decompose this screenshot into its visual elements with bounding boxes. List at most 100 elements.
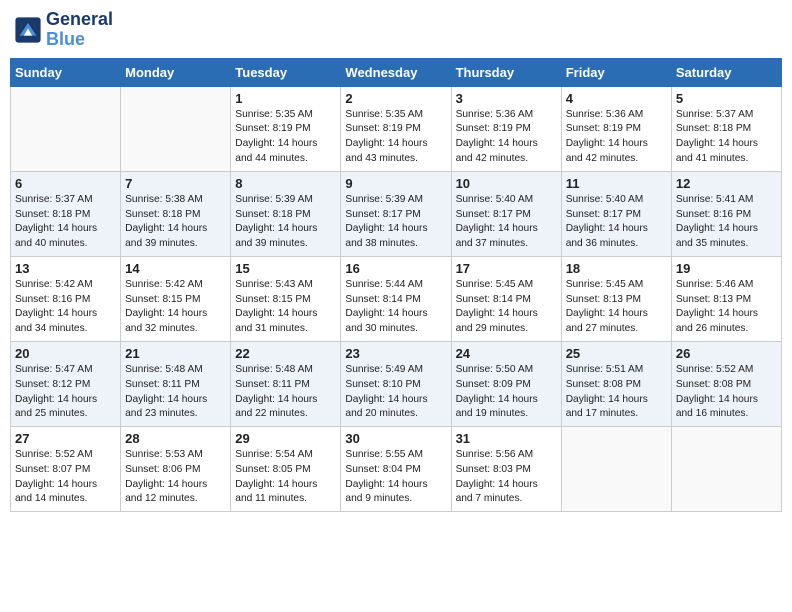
weekday-header-thursday: Thursday	[451, 58, 561, 86]
cell-info: Sunrise: 5:48 AMSunset: 8:11 PMDaylight:…	[125, 363, 226, 422]
cell-info: Sunrise: 5:52 AMSunset: 8:07 PMDaylight:…	[15, 448, 116, 507]
cell-info: Sunrise: 5:35 AMSunset: 8:19 PMDaylight:…	[345, 108, 446, 167]
calendar-cell: 11 Sunrise: 5:40 AMSunset: 8:17 PMDayligh…	[561, 171, 671, 256]
day-number: 16	[345, 261, 446, 276]
cell-info: Sunrise: 5:47 AMSunset: 8:12 PMDaylight:…	[15, 363, 116, 422]
calendar-cell: 30 Sunrise: 5:55 AMSunset: 8:04 PMDayligh…	[341, 427, 451, 512]
calendar-cell: 2 Sunrise: 5:35 AMSunset: 8:19 PMDaylight…	[341, 86, 451, 171]
calendar-cell: 13Sunrise: 5:42 AMSunset: 8:16 PMDayligh…	[11, 256, 121, 341]
calendar-cell: 27 Sunrise: 5:52 AMSunset: 8:07 PMDayligh…	[11, 427, 121, 512]
weekday-header-wednesday: Wednesday	[341, 58, 451, 86]
calendar-cell: 17 Sunrise: 5:45 AMSunset: 8:14 PMDayligh…	[451, 256, 561, 341]
cell-info: Sunrise: 5:40 AMSunset: 8:17 PMDaylight:…	[456, 193, 557, 252]
cell-info: Sunrise: 5:45 AMSunset: 8:14 PMDaylight:…	[456, 278, 557, 337]
cell-info: Sunrise: 5:55 AMSunset: 8:04 PMDaylight:…	[345, 448, 446, 507]
calendar-cell: 10 Sunrise: 5:40 AMSunset: 8:17 PMDayligh…	[451, 171, 561, 256]
calendar-table: SundayMondayTuesdayWednesdayThursdayFrid…	[10, 58, 782, 513]
calendar-cell: 7Sunrise: 5:38 AMSunset: 8:18 PMDaylight…	[121, 171, 231, 256]
day-number: 22	[235, 346, 336, 361]
calendar-cell: 24Sunrise: 5:50 AMSunset: 8:09 PMDayligh…	[451, 341, 561, 426]
day-number: 3	[456, 91, 557, 106]
calendar-cell: 14 Sunrise: 5:42 AMSunset: 8:15 PMDayligh…	[121, 256, 231, 341]
day-number: 4	[566, 91, 667, 106]
calendar-cell: 5Sunrise: 5:37 AMSunset: 8:18 PMDaylight…	[671, 86, 781, 171]
day-number: 11	[566, 176, 667, 191]
calendar-week-1: 1 Sunrise: 5:35 AMSunset: 8:19 PMDaylight…	[11, 86, 782, 171]
day-number: 2	[345, 91, 446, 106]
calendar-cell: 25Sunrise: 5:51 AMSunset: 8:08 PMDayligh…	[561, 341, 671, 426]
cell-info: Sunrise: 5:35 AMSunset: 8:19 PMDaylight:…	[235, 108, 336, 167]
day-number: 13	[15, 261, 116, 276]
calendar-cell: 3 Sunrise: 5:36 AMSunset: 8:19 PMDaylight…	[451, 86, 561, 171]
weekday-header-sunday: Sunday	[11, 58, 121, 86]
calendar-week-3: 13Sunrise: 5:42 AMSunset: 8:16 PMDayligh…	[11, 256, 782, 341]
day-number: 20	[15, 346, 116, 361]
day-number: 14	[125, 261, 226, 276]
cell-info: Sunrise: 5:39 AMSunset: 8:18 PMDaylight:…	[235, 193, 336, 252]
calendar-week-4: 20 Sunrise: 5:47 AMSunset: 8:12 PMDayligh…	[11, 341, 782, 426]
cell-info: Sunrise: 5:52 AMSunset: 8:08 PMDaylight:…	[676, 363, 777, 422]
day-number: 9	[345, 176, 446, 191]
cell-info: Sunrise: 5:36 AMSunset: 8:19 PMDaylight:…	[456, 108, 557, 167]
day-number: 15	[235, 261, 336, 276]
day-number: 5	[676, 91, 777, 106]
calendar-cell: 9 Sunrise: 5:39 AMSunset: 8:17 PMDaylight…	[341, 171, 451, 256]
calendar-cell: 26 Sunrise: 5:52 AMSunset: 8:08 PMDayligh…	[671, 341, 781, 426]
weekday-header-monday: Monday	[121, 58, 231, 86]
cell-info: Sunrise: 5:49 AMSunset: 8:10 PMDaylight:…	[345, 363, 446, 422]
day-number: 29	[235, 431, 336, 446]
cell-info: Sunrise: 5:43 AMSunset: 8:15 PMDaylight:…	[235, 278, 336, 337]
day-number: 8	[235, 176, 336, 191]
day-number: 18	[566, 261, 667, 276]
cell-info: Sunrise: 5:38 AMSunset: 8:18 PMDaylight:…	[125, 193, 226, 252]
day-number: 26	[676, 346, 777, 361]
weekday-header-saturday: Saturday	[671, 58, 781, 86]
calendar-cell: 21 Sunrise: 5:48 AMSunset: 8:11 PMDayligh…	[121, 341, 231, 426]
day-number: 17	[456, 261, 557, 276]
cell-info: Sunrise: 5:46 AMSunset: 8:13 PMDaylight:…	[676, 278, 777, 337]
cell-info: Sunrise: 5:44 AMSunset: 8:14 PMDaylight:…	[345, 278, 446, 337]
weekday-header-tuesday: Tuesday	[231, 58, 341, 86]
day-number: 6	[15, 176, 116, 191]
cell-info: Sunrise: 5:40 AMSunset: 8:17 PMDaylight:…	[566, 193, 667, 252]
cell-info: Sunrise: 5:50 AMSunset: 8:09 PMDaylight:…	[456, 363, 557, 422]
calendar-cell: 6 Sunrise: 5:37 AMSunset: 8:18 PMDaylight…	[11, 171, 121, 256]
calendar-cell: 31Sunrise: 5:56 AMSunset: 8:03 PMDayligh…	[451, 427, 561, 512]
cell-info: Sunrise: 5:45 AMSunset: 8:13 PMDaylight:…	[566, 278, 667, 337]
logo: GeneralBlue	[14, 10, 113, 50]
cell-info: Sunrise: 5:53 AMSunset: 8:06 PMDaylight:…	[125, 448, 226, 507]
calendar-cell: 23 Sunrise: 5:49 AMSunset: 8:10 PMDayligh…	[341, 341, 451, 426]
cell-info: Sunrise: 5:48 AMSunset: 8:11 PMDaylight:…	[235, 363, 336, 422]
day-number: 28	[125, 431, 226, 446]
calendar-week-2: 6 Sunrise: 5:37 AMSunset: 8:18 PMDaylight…	[11, 171, 782, 256]
calendar-cell: 28 Sunrise: 5:53 AMSunset: 8:06 PMDayligh…	[121, 427, 231, 512]
cell-info: Sunrise: 5:37 AMSunset: 8:18 PMDaylight:…	[15, 193, 116, 252]
cell-info: Sunrise: 5:41 AMSunset: 8:16 PMDaylight:…	[676, 193, 777, 252]
day-number: 10	[456, 176, 557, 191]
cell-info: Sunrise: 5:51 AMSunset: 8:08 PMDaylight:…	[566, 363, 667, 422]
calendar-cell: 20 Sunrise: 5:47 AMSunset: 8:12 PMDayligh…	[11, 341, 121, 426]
calendar-cell: 8 Sunrise: 5:39 AMSunset: 8:18 PMDaylight…	[231, 171, 341, 256]
calendar-cell: 12 Sunrise: 5:41 AMSunset: 8:16 PMDayligh…	[671, 171, 781, 256]
day-number: 27	[15, 431, 116, 446]
calendar-cell	[11, 86, 121, 171]
calendar-cell: 15 Sunrise: 5:43 AMSunset: 8:15 PMDayligh…	[231, 256, 341, 341]
day-number: 1	[235, 91, 336, 106]
cell-info: Sunrise: 5:42 AMSunset: 8:15 PMDaylight:…	[125, 278, 226, 337]
day-number: 21	[125, 346, 226, 361]
weekday-header-friday: Friday	[561, 58, 671, 86]
calendar-cell	[561, 427, 671, 512]
day-number: 23	[345, 346, 446, 361]
calendar-cell: 19Sunrise: 5:46 AMSunset: 8:13 PMDayligh…	[671, 256, 781, 341]
day-number: 30	[345, 431, 446, 446]
calendar-cell: 18 Sunrise: 5:45 AMSunset: 8:13 PMDayligh…	[561, 256, 671, 341]
calendar-cell: 16 Sunrise: 5:44 AMSunset: 8:14 PMDayligh…	[341, 256, 451, 341]
weekday-header-row: SundayMondayTuesdayWednesdayThursdayFrid…	[11, 58, 782, 86]
cell-info: Sunrise: 5:36 AMSunset: 8:19 PMDaylight:…	[566, 108, 667, 167]
cell-info: Sunrise: 5:39 AMSunset: 8:17 PMDaylight:…	[345, 193, 446, 252]
calendar-cell: 29Sunrise: 5:54 AMSunset: 8:05 PMDayligh…	[231, 427, 341, 512]
calendar-cell: 1 Sunrise: 5:35 AMSunset: 8:19 PMDaylight…	[231, 86, 341, 171]
day-number: 31	[456, 431, 557, 446]
day-number: 12	[676, 176, 777, 191]
calendar-week-5: 27 Sunrise: 5:52 AMSunset: 8:07 PMDayligh…	[11, 427, 782, 512]
